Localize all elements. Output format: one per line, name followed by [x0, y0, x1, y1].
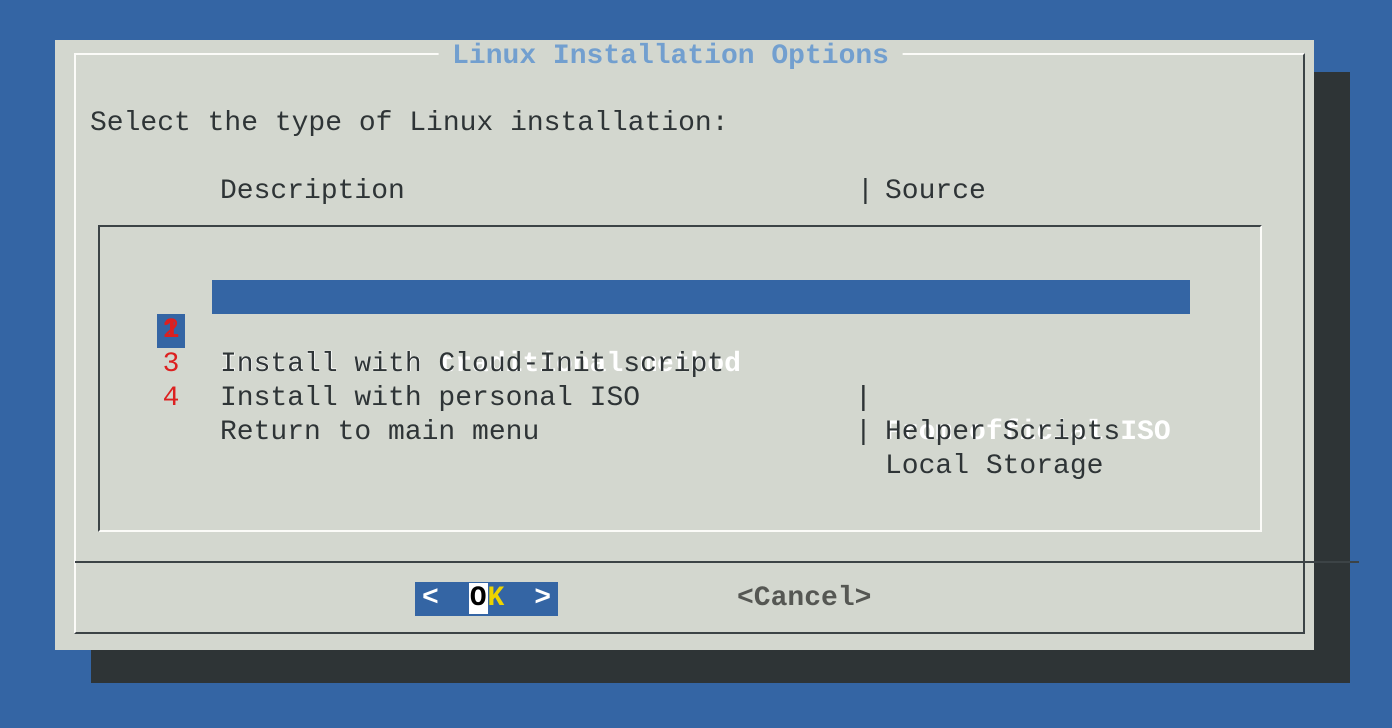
menu-item-source: Local Storage	[885, 450, 1103, 484]
button-row: < OK > <Cancel>	[55, 582, 1314, 616]
dialog-window: Linux Installation Options Select the ty…	[55, 40, 1314, 650]
ok-right-bracket: >	[534, 582, 551, 616]
menu-item-row-1[interactable]: 1 Install with traditional method | From…	[100, 246, 1260, 280]
menu-item-separator: |	[855, 382, 872, 416]
terminal-screen: Linux Installation Options Select the ty…	[0, 0, 1392, 728]
menu-item-description: Return to main menu	[220, 416, 539, 450]
column-header-separator: |	[857, 175, 874, 209]
menu-item-row-4[interactable]: 4 Return to main menu	[100, 348, 1260, 382]
dialog-prompt: Select the type of Linux installation:	[90, 107, 729, 141]
menu-listbox: 1 Install with traditional method | From…	[98, 225, 1262, 532]
menu-item-description: Install with personal ISO	[220, 382, 640, 416]
ok-label-rest: K	[488, 583, 505, 614]
ok-hotkey-cursor: O	[469, 583, 488, 614]
ok-left-bracket: <	[422, 582, 439, 616]
cancel-button[interactable]: <Cancel>	[737, 582, 871, 616]
menu-item-row-3[interactable]: 3 Install with personal ISO | Local Stor…	[100, 314, 1260, 348]
ok-label: OK	[469, 582, 505, 616]
column-header-source: Source	[885, 175, 986, 209]
button-area-separator	[75, 561, 1359, 563]
menu-item-tag: 4	[157, 382, 185, 416]
menu-item-row-2[interactable]: 2 Install with Cloud-Init script | Helpe…	[100, 280, 1260, 314]
column-header-description: Description	[220, 175, 405, 209]
ok-button[interactable]: < OK >	[415, 582, 558, 616]
dialog-title: Linux Installation Options	[438, 40, 903, 74]
menu-item-source: Helper Scripts	[885, 416, 1120, 450]
menu-item-separator: |	[855, 416, 872, 450]
